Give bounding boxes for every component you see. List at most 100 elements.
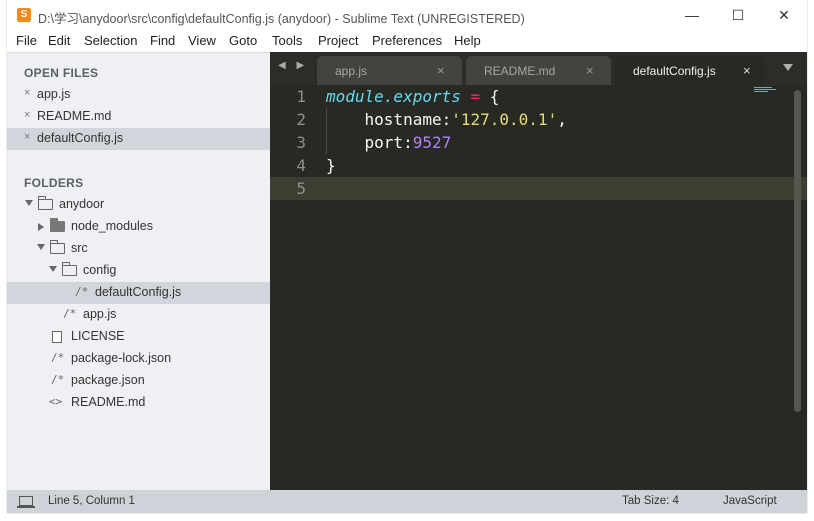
panel-toggle-icon[interactable] [17, 496, 35, 508]
close-window-button[interactable]: ✕ [761, 0, 807, 31]
open-file-item[interactable]: × app.js [7, 84, 270, 106]
sublime-window: S D:\学习\anydoor\src\config\defaultConfig… [7, 0, 807, 513]
menu-help[interactable]: Help [454, 33, 481, 48]
property-token: port: [326, 133, 413, 152]
open-file-label: defaultConfig.js [37, 131, 124, 145]
folder-open-icon [38, 196, 53, 210]
tree-item-package-lock[interactable]: /* package-lock.json [7, 348, 270, 370]
chevron-down-icon[interactable] [25, 200, 33, 206]
chevron-down-icon[interactable] [49, 266, 57, 272]
tree-item-label: src [71, 241, 88, 255]
close-file-icon[interactable]: × [24, 109, 30, 121]
line-number: 3 [296, 133, 306, 152]
window-title: D:\学习\anydoor\src\config\defaultConfig.j… [38, 12, 525, 26]
sublime-app-icon: S [17, 8, 31, 22]
line-number: 2 [296, 110, 306, 129]
tree-item-package-json[interactable]: /* package.json [7, 370, 270, 392]
tree-item-app-js[interactable]: /* app.js [7, 304, 270, 326]
tree-item-anydoor[interactable]: anydoor [7, 194, 270, 216]
open-file-item[interactable]: × README.md [7, 106, 270, 128]
menu-goto[interactable]: Goto [229, 33, 257, 48]
tree-item-config[interactable]: config [7, 260, 270, 282]
tab-bar: ◀ ▶ app.js × README.md × defaultConfig.j… [270, 52, 807, 85]
close-tab-icon[interactable]: × [586, 63, 594, 78]
property-token: hostname: [326, 110, 452, 129]
tab-label: README.md [484, 64, 556, 78]
tree-item-label: package-lock.json [71, 351, 172, 365]
tree-item-label: app.js [83, 307, 117, 321]
chevron-right-icon[interactable] [38, 223, 44, 231]
code-line-4: } [326, 154, 336, 177]
folders-header: FOLDERS [24, 176, 84, 190]
tree-item-defaultconfig-selected[interactable]: /* defaultConfig.js [7, 282, 270, 304]
tab-readme-md[interactable]: README.md × [466, 56, 611, 85]
menu-find[interactable]: Find [150, 33, 175, 48]
chevron-down-icon[interactable] [783, 64, 793, 71]
title-bar: S D:\学习\anydoor\src\config\defaultConfig… [7, 0, 807, 31]
menu-view[interactable]: View [188, 33, 216, 48]
markup-file-icon: <> [49, 395, 63, 408]
tab-size-selector[interactable]: Tab Size: 4 [622, 495, 679, 507]
tree-item-label: defaultConfig.js [95, 285, 182, 299]
tree-item-src[interactable]: src [7, 238, 270, 260]
number-token: 9527 [412, 133, 452, 152]
current-line-highlight [270, 177, 807, 200]
code-line-3: port:9527 [326, 131, 452, 154]
cursor-position: Line 5, Column 1 [48, 495, 135, 507]
menu-selection[interactable]: Selection [84, 33, 137, 48]
code-file-icon: /* [51, 373, 65, 386]
vertical-scrollbar[interactable] [794, 90, 801, 412]
open-file-label: app.js [37, 87, 71, 101]
line-number-current: 5 [296, 179, 306, 198]
code-file-icon: /* [63, 307, 77, 320]
menu-edit[interactable]: Edit [48, 33, 70, 48]
tab-label: app.js [335, 64, 368, 78]
document-icon [52, 331, 62, 343]
code-file-icon: /* [75, 285, 89, 298]
keyword-token: module.exports [326, 87, 461, 106]
folder-icon [50, 218, 65, 232]
close-tab-icon[interactable]: × [437, 63, 445, 78]
tree-item-label: node_modules [71, 219, 154, 233]
menu-file[interactable]: File [16, 33, 37, 48]
tree-item-license[interactable]: LICENSE [7, 326, 270, 348]
tree-item-label: README.md [71, 395, 146, 409]
line-number: 1 [296, 87, 306, 106]
code-editor[interactable]: 1 2 3 4 5 module.exports = { hostname:'1… [270, 85, 807, 490]
minimap[interactable] [754, 87, 776, 92]
close-tab-icon[interactable]: × [743, 63, 751, 78]
tab-app-js[interactable]: app.js × [317, 56, 462, 85]
open-file-item-active[interactable]: × defaultConfig.js [7, 128, 270, 150]
code-line-2: hostname:'127.0.0.1', [326, 108, 567, 131]
brace-token: } [326, 156, 336, 175]
open-file-label: README.md [37, 109, 112, 123]
code-line-1: module.exports = { [326, 85, 499, 108]
operator-token: = [460, 87, 490, 106]
tree-item-node-modules[interactable]: node_modules [7, 216, 270, 238]
menu-preferences[interactable]: Preferences [372, 33, 442, 48]
menu-tools[interactable]: Tools [272, 33, 302, 48]
close-file-icon[interactable]: × [24, 87, 30, 99]
maximize-button[interactable]: ☐ [715, 0, 761, 31]
string-token: '127.0.0.1' [451, 110, 558, 129]
code-file-icon: /* [51, 351, 65, 364]
minimize-button[interactable]: — [669, 0, 715, 31]
chevron-down-icon[interactable] [37, 244, 45, 250]
menu-bar: File Edit Selection Find View Goto Tools… [7, 31, 807, 52]
syntax-selector[interactable]: JavaScript [723, 495, 777, 507]
tree-item-label: anydoor [59, 197, 105, 211]
open-files-header: OPEN FILES [24, 66, 99, 80]
tree-item-label: package.json [71, 373, 145, 387]
folder-open-icon [62, 262, 77, 276]
close-file-icon[interactable]: × [24, 131, 30, 143]
line-number: 4 [296, 156, 306, 175]
tab-navigation-arrows-icon[interactable]: ◀ ▶ [278, 60, 308, 71]
menu-project[interactable]: Project [318, 33, 358, 48]
tab-label: defaultConfig.js [633, 64, 716, 78]
brace-token: { [489, 87, 500, 106]
tree-item-readme[interactable]: <> README.md [7, 392, 270, 414]
tab-defaultconfig-js[interactable]: defaultConfig.js × [615, 56, 765, 85]
status-bar: Line 5, Column 1 Tab Size: 4 JavaScript [7, 490, 807, 513]
comma-token: , [557, 110, 567, 129]
sidebar: OPEN FILES × app.js × README.md × defaul… [7, 52, 270, 491]
